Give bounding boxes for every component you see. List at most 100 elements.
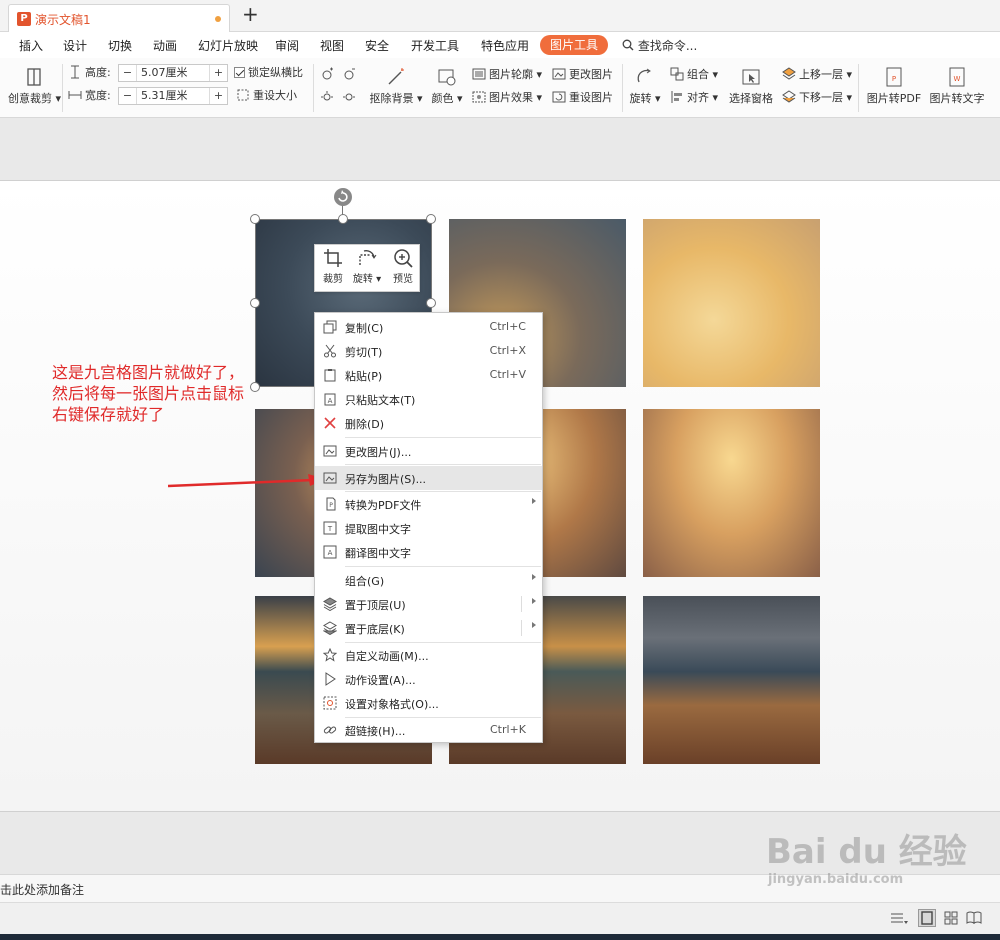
brightness-down-button[interactable]: [342, 66, 359, 84]
height-label-group: 高度:: [68, 64, 111, 82]
height-decrease-button[interactable]: −: [119, 65, 137, 81]
width-increase-button[interactable]: +: [209, 88, 227, 104]
paste-text-icon: A: [324, 393, 336, 406]
magic-wand-icon: [388, 68, 404, 85]
ctx-action-settings[interactable]: 动作设置(A)...: [315, 667, 542, 691]
contrast-up-button[interactable]: [320, 89, 337, 107]
selection-pane-label: 选择窗格: [729, 92, 773, 105]
grid-image-3[interactable]: [643, 219, 820, 387]
float-rotate-button[interactable]: 旋转 ▾: [351, 247, 383, 285]
ctx-extract-text[interactable]: T 提取图中文字: [315, 516, 542, 540]
menu-animation[interactable]: 动画: [153, 37, 177, 54]
picture-outline-icon: [472, 68, 486, 80]
color-label: 颜色: [431, 92, 454, 105]
height-field[interactable]: − 5.07厘米 +: [118, 64, 228, 82]
ctx-hyperlink[interactable]: 超链接(H)... Ctrl+K: [315, 718, 542, 742]
ctx-custom-animation[interactable]: 自定义动画(M)...: [315, 643, 542, 667]
brightness-up-button[interactable]: [320, 66, 337, 84]
picture-effect-button[interactable]: 图片效果 ▾: [472, 89, 542, 107]
rotate-button[interactable]: 旋转 ▾: [628, 66, 662, 106]
resize-handle-top-left[interactable]: [250, 214, 260, 224]
ctx-change-picture-label: 更改图片(J)...: [345, 446, 412, 459]
notes-placeholder: 击此处添加备注: [0, 883, 85, 897]
grid-image-6[interactable]: [643, 409, 820, 577]
menu-security[interactable]: 安全: [365, 37, 389, 54]
ctx-copy-label: 复制(C): [345, 322, 384, 335]
remove-background-button[interactable]: 抠除背景 ▾: [368, 66, 424, 106]
document-tab[interactable]: P 演示文稿1: [8, 4, 230, 32]
floating-picture-toolbar: 裁剪 旋转 ▾ 预览: [314, 244, 420, 292]
slide-sorter-icon[interactable]: [944, 911, 958, 925]
menu-developer[interactable]: 开发工具: [411, 37, 459, 54]
width-field[interactable]: − 5.31厘米 +: [118, 87, 228, 105]
command-search[interactable]: 查找命令...: [622, 37, 697, 54]
menu-transition[interactable]: 切换: [108, 37, 132, 54]
menu-design[interactable]: 设计: [63, 37, 87, 54]
ctx-delete[interactable]: 删除(D): [315, 411, 542, 435]
ctx-convert-to-pdf[interactable]: P 转换为PDF文件: [315, 492, 542, 516]
reading-view-icon[interactable]: [966, 911, 982, 925]
creative-crop-button[interactable]: 创意裁剪 ▾: [8, 66, 61, 106]
color-button[interactable]: 颜色 ▾: [430, 66, 464, 106]
ctx-send-to-back[interactable]: 置于底层(K): [315, 616, 542, 640]
ctx-convert-to-pdf-label: 转换为PDF文件: [345, 499, 422, 512]
selection-pane-button[interactable]: 选择窗格: [728, 66, 774, 106]
bring-forward-button[interactable]: 上移一层 ▾: [782, 66, 852, 84]
translate-text-icon: A: [323, 545, 337, 559]
ctx-translate-text[interactable]: A 翻译图中文字: [315, 540, 542, 564]
menu-slideshow[interactable]: 幻灯片放映: [198, 37, 258, 54]
crop-icon: [27, 68, 41, 86]
group-button[interactable]: 组合 ▾: [670, 66, 718, 84]
ctx-copy-shortcut: Ctrl+C: [489, 320, 526, 333]
float-crop-button[interactable]: 裁剪: [317, 247, 349, 285]
grid-image-9[interactable]: [643, 596, 820, 764]
notes-toggle-icon[interactable]: [890, 912, 908, 926]
menu-special[interactable]: 特色应用: [481, 37, 529, 54]
ctx-group-label: 组合(G): [345, 575, 385, 588]
change-picture-button[interactable]: 更改图片: [552, 66, 613, 84]
picture-to-pdf-button[interactable]: P 图片转PDF: [866, 66, 922, 106]
ctx-save-as-picture[interactable]: 另存为图片(S)...: [315, 466, 542, 490]
rotation-handle[interactable]: [334, 188, 352, 206]
reset-picture-button[interactable]: 重设图片: [552, 89, 613, 107]
selection-pane-icon: [742, 69, 760, 85]
resize-handle-top-right[interactable]: [426, 214, 436, 224]
resize-handle-top[interactable]: [338, 214, 348, 224]
contrast-down-button[interactable]: [342, 89, 359, 107]
menu-insert[interactable]: 插入: [19, 37, 43, 54]
send-backward-icon: [782, 90, 796, 103]
resize-handle-right[interactable]: [426, 298, 436, 308]
ctx-group[interactable]: 组合(G): [315, 568, 542, 592]
resize-handle-bottom-left[interactable]: [250, 382, 260, 392]
ctx-copy[interactable]: 复制(C) Ctrl+C: [315, 315, 542, 339]
align-button[interactable]: 对齐 ▾: [670, 89, 718, 107]
ctx-action-settings-label: 动作设置(A)...: [345, 674, 416, 687]
menu-review[interactable]: 审阅: [275, 37, 299, 54]
ctx-cut[interactable]: 剪切(T) Ctrl+X: [315, 339, 542, 363]
normal-view-icon[interactable]: [918, 909, 936, 927]
picture-outline-button[interactable]: 图片轮廓 ▾: [472, 66, 542, 84]
resize-handle-left[interactable]: [250, 298, 260, 308]
reset-size-button[interactable]: 重设大小: [236, 87, 297, 105]
save-picture-icon: [323, 472, 337, 484]
ctx-paste[interactable]: 粘贴(P) Ctrl+V: [315, 363, 542, 387]
ctx-format-object[interactable]: 设置对象格式(O)...: [315, 691, 542, 715]
width-decrease-button[interactable]: −: [119, 88, 137, 104]
command-search-label: 查找命令...: [637, 39, 698, 53]
height-increase-button[interactable]: +: [209, 65, 227, 81]
menu-view[interactable]: 视图: [320, 37, 344, 54]
float-preview-button[interactable]: 预览: [387, 247, 419, 285]
creative-crop-label: 创意裁剪: [8, 92, 52, 105]
ctx-bring-to-front[interactable]: 置于顶层(U): [315, 592, 542, 616]
wps-logo-icon: P: [17, 12, 31, 26]
height-icon: [71, 65, 79, 79]
align-icon: [671, 91, 682, 103]
ctx-paste-text-only[interactable]: A 只粘贴文本(T): [315, 387, 542, 411]
menu-picture-tools[interactable]: 图片工具: [540, 35, 609, 55]
new-tab-button[interactable]: +: [242, 3, 259, 25]
ctx-extract-text-label: 提取图中文字: [345, 523, 411, 536]
ctx-change-picture[interactable]: 更改图片(J)...: [315, 439, 542, 463]
picture-to-text-button[interactable]: W 图片转文字: [928, 66, 986, 106]
lock-ratio-checkbox[interactable]: 锁定纵横比: [234, 64, 303, 82]
send-backward-button[interactable]: 下移一层 ▾: [782, 89, 852, 107]
